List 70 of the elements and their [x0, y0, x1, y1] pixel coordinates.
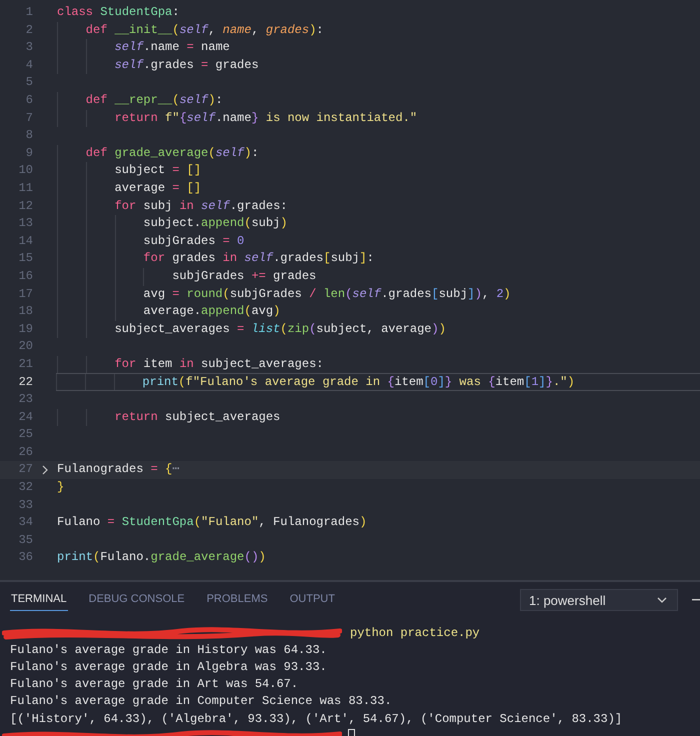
- line-number: 17: [18, 286, 33, 302]
- line-number: 10: [18, 162, 33, 180]
- code-line: class StudentGpa:: [57, 4, 180, 21]
- code-line: for grades in self.grades[subj]:: [57, 250, 374, 268]
- code-line: subjGrades = 0: [57, 232, 244, 250]
- line-number: 1: [24, 4, 33, 21]
- terminal-command: python practice.py: [350, 626, 480, 640]
- code-line: Fulano = StudentGpa("Fulano", Fulanogrades): [57, 514, 367, 532]
- code-line: print(f"Fulano's average grade in {item[0]} was {item[1]}."): [56, 374, 575, 390]
- terminal-output: Fulano's average grade in Algebra was 93.33.: [10, 660, 327, 674]
- line-number: 5: [24, 74, 33, 92]
- terminal-output: Fulano's average grade in History was 64.33.: [10, 642, 327, 657]
- line-number: 35: [18, 532, 33, 549]
- code-line: subject.append(subj): [57, 215, 288, 233]
- code-line: print(Fulano.grade_average()): [57, 549, 266, 566]
- line-number: 27: [18, 461, 33, 478]
- code-line: }: [57, 479, 64, 496]
- line-number: 26: [18, 444, 33, 461]
- line-number: 25: [18, 426, 33, 444]
- chevron-icon[interactable]: [42, 465, 48, 476]
- code-line: subject = []: [57, 162, 202, 180]
- terminal-output: Fulano's average grade in Computer Science was 83.33.: [10, 694, 392, 708]
- code-line: def __init__(self, name, grades):: [57, 22, 324, 40]
- line-number: 13: [18, 215, 33, 232]
- panel-tab[interactable]: TERMINAL: [10, 590, 68, 610]
- line-number: 15: [18, 250, 33, 268]
- line-number: 3: [24, 39, 33, 56]
- terminal-output: [('History', 64.33), ('Algebra', 93.33), ('Art', 54.67), ('Computer Science', 83.33)]: [10, 712, 622, 726]
- panel-tab[interactable]: PROBLEMS: [206, 590, 269, 610]
- code-line: Fulanogrades = {⋯: [57, 461, 180, 478]
- panel-tab[interactable]: DEBUG CONSOLE: [88, 590, 186, 610]
- minus-icon[interactable]: [692, 599, 700, 601]
- line-number: 21: [18, 356, 33, 373]
- code-line: self.grades = grades: [57, 56, 259, 74]
- line-number: 32: [18, 479, 33, 496]
- line-number: 22: [18, 374, 33, 390]
- line-number: 7: [24, 110, 33, 127]
- line-number: 34: [18, 514, 33, 532]
- line-number: 6: [24, 92, 33, 109]
- code-line: return subject_averages: [57, 408, 280, 426]
- chevron-down-icon: [657, 597, 667, 603]
- code-line: avg = round(subjGrades / len(self.grades[subj]), 2): [57, 286, 511, 304]
- code-line: for subj in self.grades:: [57, 198, 288, 216]
- line-number: 8: [24, 127, 33, 144]
- line-number: 4: [24, 56, 33, 74]
- line-number: 11: [18, 180, 33, 197]
- code-line: subject_averages = list(zip(subject, average)): [57, 320, 446, 338]
- line-number: 23: [18, 391, 33, 408]
- code-line: return f"{self.name} is now instantiated.": [57, 110, 418, 128]
- code-line: def __repr__(self):: [57, 92, 223, 110]
- code-line: def grade_average(self):: [57, 144, 259, 162]
- code-line: average.append(avg): [57, 303, 280, 321]
- code-line: subjGrades += grades: [57, 268, 316, 286]
- panel-tab[interactable]: OUTPUT: [288, 590, 336, 610]
- line-number: 14: [18, 232, 33, 250]
- line-number: 36: [18, 549, 33, 566]
- line-number: 2: [24, 22, 33, 39]
- line-number: 9: [24, 144, 33, 162]
- line-number: 12: [18, 198, 33, 215]
- line-number: 16: [18, 268, 33, 285]
- shell-dropdown[interactable]: 1: powershell: [520, 589, 678, 611]
- code-line: self.name = name: [57, 39, 230, 57]
- line-number: 18: [18, 303, 33, 320]
- line-number: 19: [18, 320, 33, 338]
- line-number: 33: [18, 496, 33, 514]
- code-line: average = []: [57, 180, 202, 198]
- line-number: 24: [18, 408, 33, 426]
- terminal-output: Fulano's average grade in Art was 54.67.: [10, 677, 298, 692]
- line-number: 20: [18, 338, 33, 356]
- code-line: for item in subject_averages:: [57, 356, 324, 374]
